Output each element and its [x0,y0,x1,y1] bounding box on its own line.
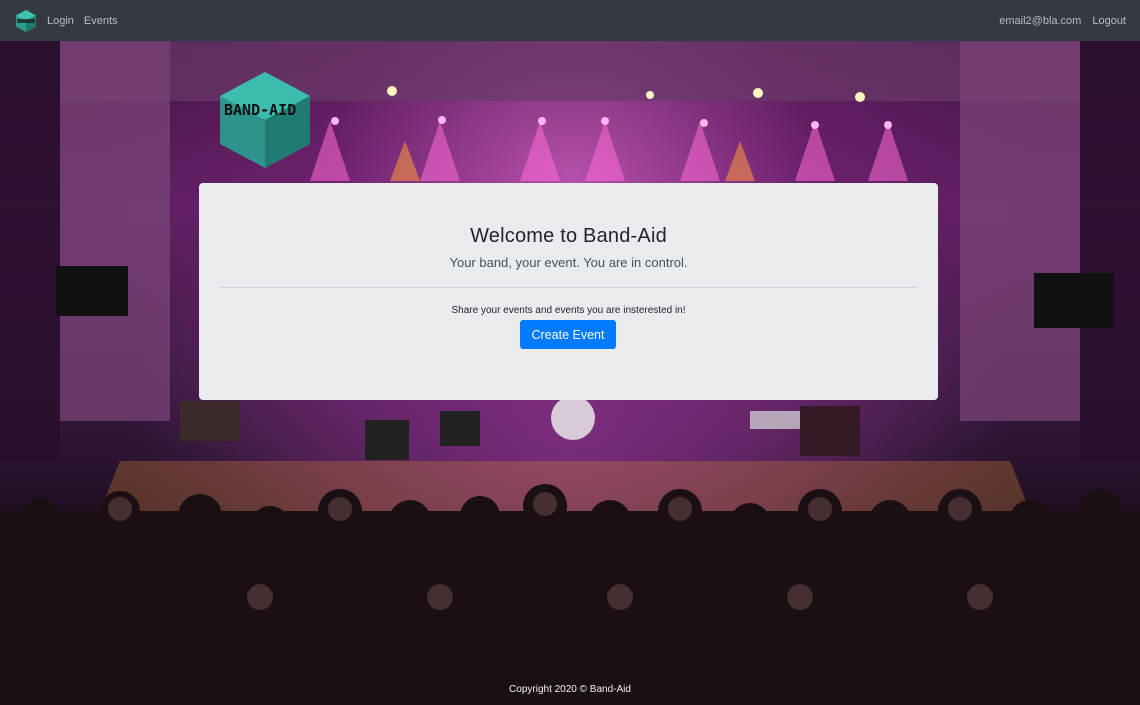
nav-link-events[interactable]: Events [84,15,118,27]
create-event-button[interactable]: Create Event [520,320,616,349]
nav-user-area: email2@bla.com Logout [988,15,1126,27]
nav-logout-link[interactable]: Logout [1092,15,1126,27]
footer-copyright: Copyright 2020 © Band-Aid [509,684,631,695]
logo-text: BAND-AID [224,101,296,119]
welcome-title: Welcome to Band-Aid [470,225,667,247]
band-aid-hexagon-icon[interactable] [14,9,38,33]
nav-link-login[interactable]: Login [47,15,74,27]
top-navbar: Login Events email2@bla.com Logout [0,0,1140,41]
band-aid-logo: BAND-AID [220,72,310,168]
welcome-subtitle: Your band, your event. You are in contro… [449,255,688,270]
divider [220,287,917,288]
share-text: Share your events and events you are ins… [451,305,686,316]
nav-user-email[interactable]: email2@bla.com [999,15,1081,27]
welcome-jumbotron: Welcome to Band-Aid Your band, your even… [199,183,938,400]
